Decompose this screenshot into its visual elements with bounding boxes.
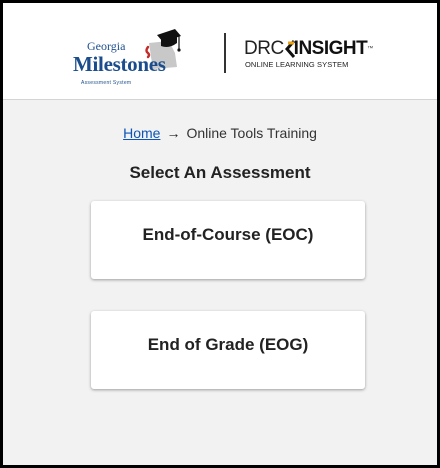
page-title: Select An Assessment: [129, 163, 311, 182]
assessment-system-tagline: Assessment System: [81, 80, 132, 86]
insight-text: INSIGHT: [293, 38, 368, 59]
assessment-card-eog[interactable]: End of Grade (EOG): [91, 311, 365, 389]
breadcrumb-current: Online Tools Training: [186, 125, 317, 141]
assessment-card-label: End-of-Course (EOC): [142, 225, 314, 244]
assessment-card-label: End of Grade (EOG): [147, 335, 309, 354]
logo-divider: [224, 33, 226, 73]
milestones-wordmark: Milestones: [73, 52, 166, 76]
breadcrumb-home-link[interactable]: Home: [123, 125, 160, 141]
georgia-milestones-logo: Georgia Milestones Assessment System: [65, 25, 195, 93]
trademark-symbol: ™: [367, 46, 373, 52]
online-learning-system-tagline: ONLINE LEARNING SYSTEM: [245, 60, 349, 69]
breadcrumb: Home → Online Tools Training: [3, 125, 437, 141]
drc-insight-wordmark: DRC INSIGHT™: [244, 39, 373, 59]
header-bar: Georgia Milestones Assessment System DRC…: [3, 3, 437, 100]
app-window: Georgia Milestones Assessment System DRC…: [2, 2, 438, 466]
drc-text: DRC: [244, 38, 284, 59]
drc-insight-logo: DRC INSIGHT™ ONLINE LEARNING SYSTEM: [244, 39, 374, 79]
breadcrumb-arrow-icon: →: [166, 125, 181, 141]
assessment-card-eoc[interactable]: End-of-Course (EOC): [91, 201, 365, 279]
